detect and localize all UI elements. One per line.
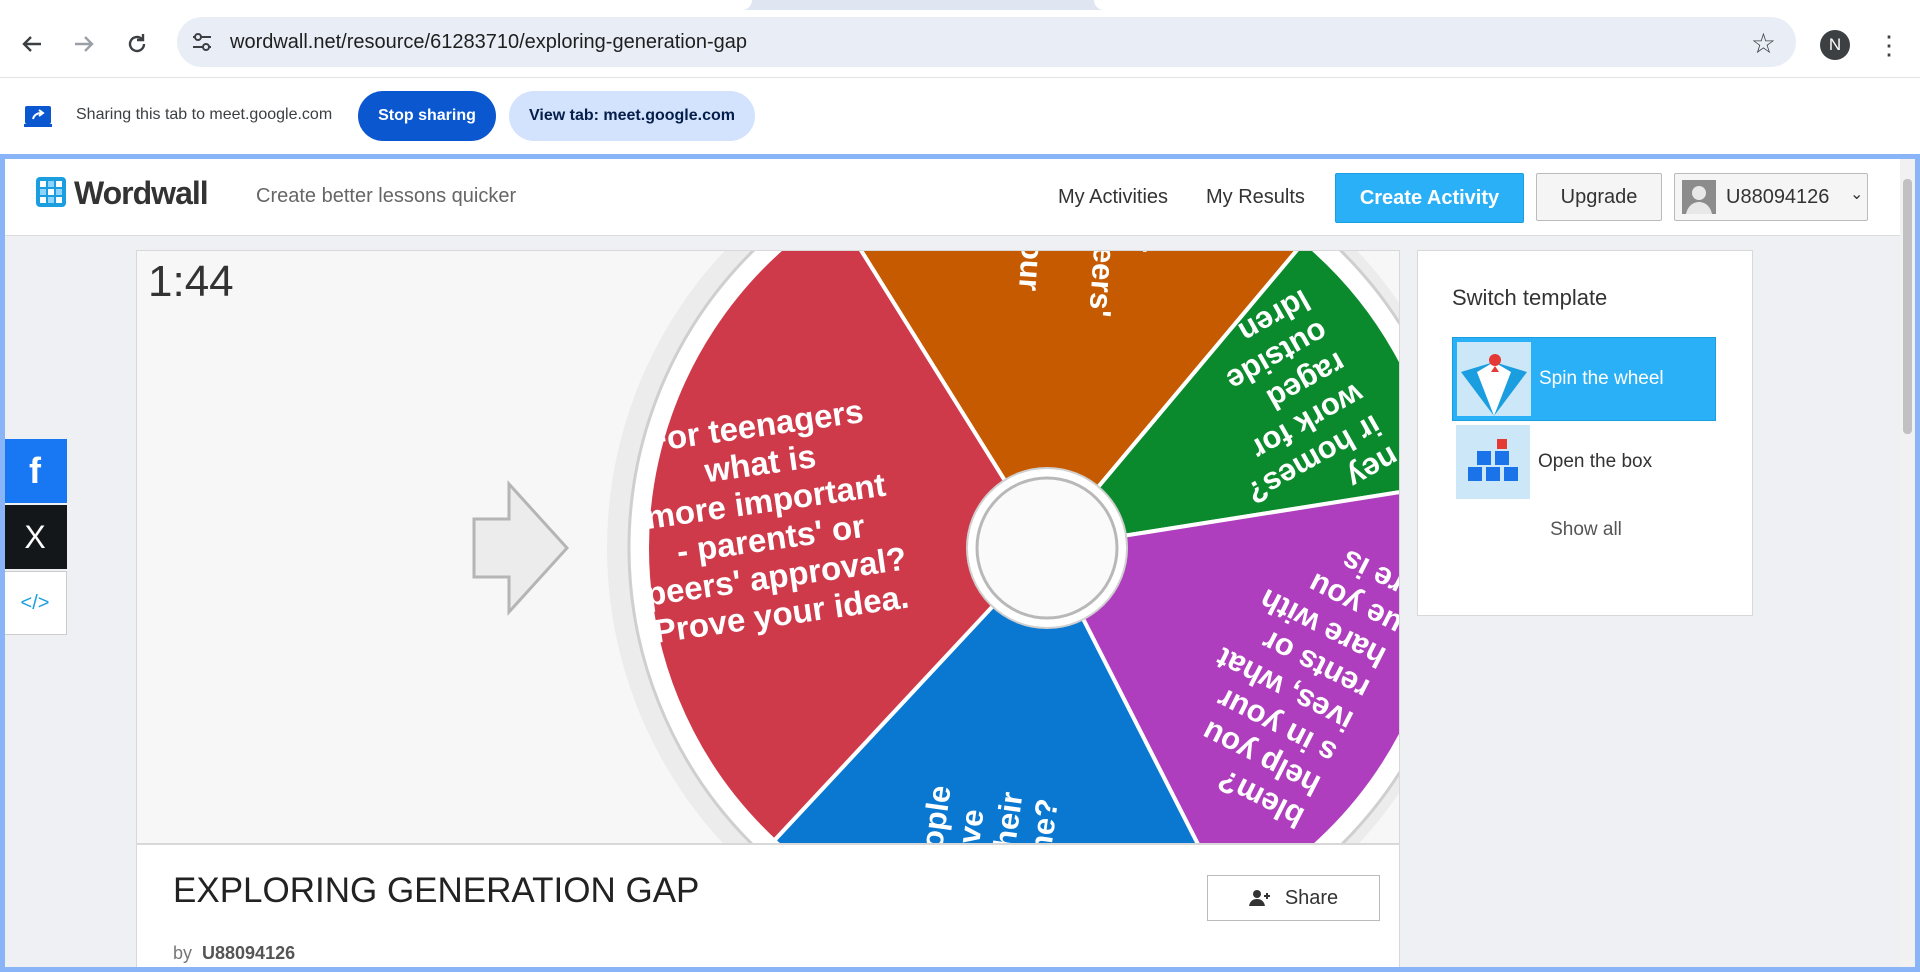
author-name[interactable]: U88094126	[202, 943, 295, 963]
profile-avatar[interactable]: N	[1820, 30, 1850, 60]
page-scrollbar[interactable]	[1900, 159, 1915, 967]
x-icon: X	[24, 518, 46, 555]
tab-sharing-bar: Sharing this tab to meet.google.com Stop…	[0, 77, 1920, 155]
countdown-timer: 1:44	[148, 257, 234, 306]
byline: by U88094126	[173, 943, 295, 964]
wheel-hub	[975, 476, 1119, 620]
sharing-message: Sharing this tab to meet.google.com	[76, 106, 333, 123]
active-tab[interactable]	[0, 0, 752, 10]
nav-my-activities[interactable]: My Activities	[1058, 186, 1168, 209]
segment-line: g your	[1012, 251, 1054, 292]
segment-line: e peers'	[1082, 251, 1125, 318]
template-label: Spin the wheel	[1539, 368, 1664, 389]
screen-share-icon	[24, 106, 52, 127]
stop-sharing-button[interactable]: Stop sharing	[358, 91, 496, 141]
user-menu[interactable]: U88094126 ⌄	[1674, 173, 1868, 221]
activity-title: EXPLORING GENERATION GAP	[173, 871, 700, 910]
create-activity-button[interactable]: Create Activity	[1335, 173, 1524, 223]
switch-template-title: Switch template	[1452, 285, 1608, 310]
forward-icon[interactable]	[66, 26, 102, 62]
wordwall-logo-icon[interactable]	[36, 177, 66, 207]
url-text[interactable]: wordwall.net/resource/61283710/exploring…	[230, 31, 747, 54]
wheel-canvas[interactable]: dere peers'ts?g yourver.neyir homes?work…	[137, 251, 1400, 844]
template-spin-the-wheel[interactable]: Spin the wheel	[1452, 337, 1716, 421]
spin-wheel-thumbnail-icon	[1457, 342, 1531, 416]
bookmark-star-icon[interactable]: ☆	[1751, 27, 1776, 60]
by-label: by	[173, 943, 193, 963]
facebook-icon: f	[29, 450, 41, 491]
show-all-templates-link[interactable]: Show all	[1418, 519, 1754, 541]
address-bar[interactable]: wordwall.net/resource/61283710/exploring…	[177, 17, 1796, 67]
share-people-icon	[1248, 890, 1270, 906]
template-open-the-box[interactable]: Open the box	[1452, 421, 1716, 505]
switch-template-panel: Switch template Spin the wheel Open the …	[1417, 250, 1753, 616]
reload-icon[interactable]	[119, 26, 155, 62]
activity-info: EXPLORING GENERATION GAP Share by U880941…	[136, 844, 1400, 967]
template-label: Open the box	[1538, 451, 1653, 472]
back-icon[interactable]	[14, 26, 50, 62]
nav-my-results[interactable]: My Results	[1206, 186, 1305, 209]
share-label: Share	[1284, 886, 1339, 909]
inactive-tab[interactable]	[1094, 0, 1920, 10]
scrollbar-thumb[interactable]	[1903, 179, 1912, 434]
site-settings-icon[interactable]	[191, 31, 213, 53]
upgrade-button[interactable]: Upgrade	[1536, 173, 1662, 221]
page-viewport: Wordwall Create better lessons quicker M…	[0, 154, 1920, 972]
spin-wheel-game[interactable]: dere peers'ts?g yourver.neyir homes?work…	[136, 250, 1400, 844]
browser-menu-icon[interactable]: ⋮	[1876, 28, 1902, 62]
open-box-thumbnail-icon	[1456, 425, 1530, 499]
tab-strip	[0, 0, 1920, 10]
view-tab-button[interactable]: View tab: meet.google.com	[509, 91, 755, 141]
chevron-down-icon: ⌄	[1850, 186, 1864, 203]
embed-share-button[interactable]: </>	[5, 571, 67, 635]
wordwall-logo-text[interactable]: Wordwall	[74, 175, 209, 212]
wheel-pointer-arrow	[472, 480, 570, 616]
user-avatar	[1682, 180, 1716, 214]
share-button[interactable]: Share	[1207, 875, 1380, 921]
embed-code-icon: </>	[20, 591, 50, 614]
x-share-button[interactable]: X	[5, 505, 67, 569]
browser-toolbar: wordwall.net/resource/61283710/exploring…	[0, 10, 1920, 77]
facebook-share-button[interactable]: f	[5, 439, 67, 503]
username: U88094126	[1726, 186, 1830, 208]
tagline: Create better lessons quicker	[256, 185, 517, 207]
site-header: Wordwall Create better lessons quicker M…	[5, 159, 1900, 236]
